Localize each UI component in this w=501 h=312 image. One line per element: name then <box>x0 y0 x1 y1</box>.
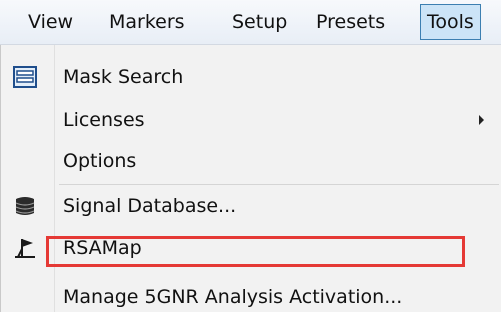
database-icon <box>13 195 37 217</box>
menu-item-signal-database[interactable]: Signal Database... <box>1 188 501 224</box>
submenu-arrow-icon <box>479 115 484 125</box>
menu-bar: View Markers Setup Presets Tools <box>0 0 501 45</box>
menu-item-label: Manage 5GNR Analysis Activation... <box>63 286 403 308</box>
highlight-annotation-box <box>46 236 465 267</box>
menu-setup[interactable]: Setup <box>232 4 287 40</box>
menu-markers[interactable]: Markers <box>109 4 185 40</box>
menu-item-label: Signal Database... <box>63 195 237 217</box>
menu-item-manage-5gnr[interactable]: Manage 5GNR Analysis Activation... <box>1 279 501 312</box>
menu-tools[interactable]: Tools <box>420 4 481 40</box>
mask-search-icon <box>13 66 37 88</box>
menu-item-label: Licenses <box>63 109 145 131</box>
menu-view[interactable]: View <box>28 4 73 40</box>
menu-separator <box>59 184 499 185</box>
tools-dropdown-menu: Mask Search Licenses Options Signal Data… <box>0 45 501 312</box>
menu-item-options[interactable]: Options <box>1 143 501 179</box>
app-root: View Markers Setup Presets Tools Mask Se… <box>0 0 501 312</box>
rsamap-icon <box>13 237 37 259</box>
menu-item-label: Options <box>63 150 137 172</box>
menu-item-mask-search[interactable]: Mask Search <box>1 59 501 95</box>
menu-item-label: Mask Search <box>63 66 184 88</box>
menu-presets[interactable]: Presets <box>316 4 385 40</box>
menu-item-licenses[interactable]: Licenses <box>1 102 501 138</box>
